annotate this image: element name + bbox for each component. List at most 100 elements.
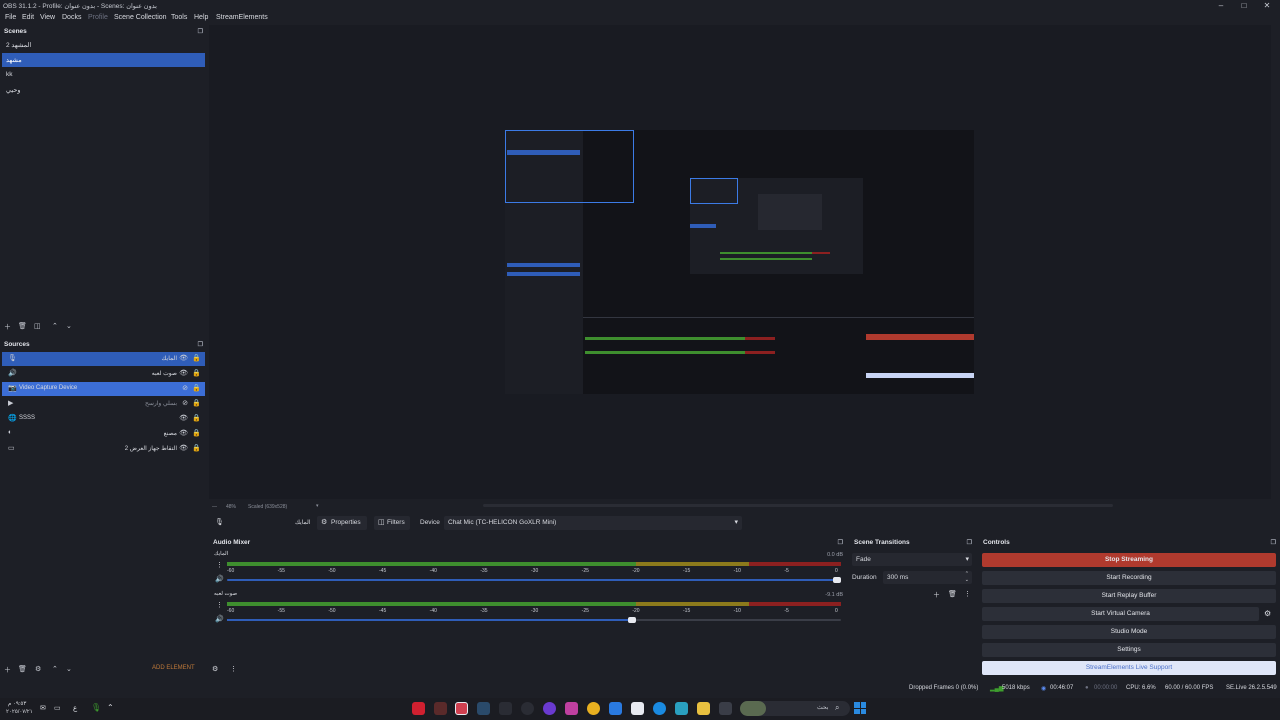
source-item[interactable]: 🎙 المايك 👁 🔒 — [2, 352, 205, 366]
steam-icon[interactable] — [477, 702, 490, 715]
filters-button[interactable]: ◫ Filters — [374, 516, 410, 530]
eye-icon[interactable]: 👁 — [179, 429, 188, 437]
lock-icon[interactable]: 🔒 — [192, 414, 201, 422]
source-item[interactable]: 📷 Video Capture Device ⊘ 🔒 — [2, 382, 205, 396]
volume-slider[interactable] — [227, 617, 841, 623]
eye-off-icon[interactable]: ⊘ — [182, 384, 188, 392]
scene-item-selected[interactable]: مشهد — [2, 53, 205, 67]
app-icon[interactable] — [521, 702, 534, 715]
source-item[interactable]: ▶ بسلي وارسح ⊘ 🔒 — [2, 397, 205, 411]
file-explorer-icon[interactable] — [697, 702, 710, 715]
app-icon[interactable] — [499, 702, 512, 715]
app-icon[interactable] — [631, 702, 644, 715]
menu-view[interactable]: View — [40, 14, 55, 21]
source-item[interactable]: 🔊 صوت لعبه 👁 🔒 — [2, 367, 205, 381]
menu-tools[interactable]: Tools — [171, 14, 187, 21]
chevron-up-icon[interactable]: ⌃ — [52, 665, 58, 673]
chevron-up-icon[interactable]: ⌃ — [52, 322, 58, 330]
dock-float-icon[interactable]: ❐ — [1271, 539, 1276, 546]
gear-icon[interactable]: ⚙ — [35, 665, 41, 673]
eye-icon[interactable]: 👁 — [179, 444, 188, 452]
add-element-button[interactable]: ADD ELEMENT — [152, 665, 195, 671]
dock-float-icon[interactable]: ❐ — [838, 539, 843, 546]
lock-icon[interactable]: 🔒 — [192, 369, 201, 377]
live-support-button[interactable]: StreamElements Live Support — [982, 661, 1276, 675]
eye-icon[interactable]: 👁 — [179, 369, 188, 377]
app-icon[interactable] — [434, 702, 447, 715]
device-select[interactable]: Chat Mic (TC-HELICON GoXLR Mini) ▾ — [444, 516, 742, 530]
eye-icon[interactable]: 👁 — [179, 414, 188, 422]
start-replay-buffer-button[interactable]: Start Replay Buffer — [982, 589, 1276, 603]
start-recording-button[interactable]: Start Recording — [982, 571, 1276, 585]
speaker-icon[interactable]: 🔊 — [215, 575, 224, 583]
settings-button[interactable]: Settings — [982, 643, 1276, 657]
horizontal-scrollbar[interactable] — [483, 504, 1113, 507]
menu-file[interactable]: File — [5, 14, 16, 21]
app-icon[interactable] — [719, 702, 732, 715]
lock-icon[interactable]: 🔒 — [192, 384, 201, 392]
lock-icon[interactable]: 🔒 — [192, 444, 201, 452]
dock-float-icon[interactable]: ❐ — [198, 341, 203, 348]
kebab-menu-icon[interactable]: ⋮ — [964, 590, 971, 598]
add-icon[interactable]: ＋ — [4, 665, 11, 675]
mic-icon[interactable]: 🎙 — [91, 703, 101, 712]
source-item[interactable]: 🌐 SSSS 👁 🔒 — [2, 412, 205, 426]
dock-float-icon[interactable]: ❐ — [967, 539, 972, 546]
obs-icon[interactable] — [455, 702, 468, 715]
menu-docks[interactable]: Docks — [62, 14, 81, 21]
trash-icon[interactable]: 🗑 — [18, 322, 27, 330]
app-icon[interactable] — [609, 702, 622, 715]
edge-icon[interactable] — [653, 702, 666, 715]
app-icon[interactable] — [543, 702, 556, 715]
advanced-audio-icon[interactable]: ⚙ — [212, 665, 218, 673]
scene-item[interactable]: المشهد 2 — [2, 38, 205, 52]
studio-mode-button[interactable]: Studio Mode — [982, 625, 1276, 639]
minimize-button[interactable]: – — [1210, 0, 1232, 12]
close-button[interactable]: ✕ — [1256, 0, 1278, 12]
start-virtual-camera-button[interactable]: Start Virtual Camera — [982, 607, 1259, 621]
chevron-down-icon[interactable]: ⌄ — [66, 665, 72, 673]
clock-time[interactable]: ٠٩:٥٣ م — [8, 701, 26, 707]
app-icon[interactable] — [565, 702, 578, 715]
trash-icon[interactable]: 🗑 — [948, 590, 957, 598]
duration-input[interactable]: 300 ms ⌃ ⌄ — [883, 571, 972, 584]
add-icon[interactable]: ＋ — [933, 590, 940, 600]
source-item[interactable]: ◐ مصنع 👁 🔒 — [2, 427, 205, 441]
kebab-menu-icon[interactable]: ⋮ — [230, 665, 237, 673]
scene-item[interactable]: kk — [2, 68, 205, 82]
search-box[interactable]: بحث ⌕ — [740, 701, 850, 716]
stop-streaming-button[interactable]: Stop Streaming — [982, 553, 1276, 567]
add-icon[interactable]: ＋ — [4, 322, 11, 332]
eye-off-icon[interactable]: ⊘ — [182, 399, 188, 407]
kebab-menu-icon[interactable]: ⋮ — [216, 561, 223, 569]
kebab-menu-icon[interactable]: ⋮ — [216, 601, 223, 609]
gear-icon[interactable]: ⚙ — [1264, 609, 1271, 618]
trash-icon[interactable]: 🗑 — [18, 665, 27, 673]
notification-icon[interactable]: ✉ — [40, 704, 46, 712]
lock-icon[interactable]: 🔒 — [192, 429, 201, 437]
dropdown-icon[interactable]: ▾ — [316, 503, 319, 509]
menu-streamelements[interactable]: StreamElements — [216, 14, 268, 21]
windows-start-icon[interactable] — [854, 702, 866, 714]
opera-icon[interactable] — [412, 702, 425, 715]
volume-slider[interactable] — [227, 577, 841, 583]
speaker-icon[interactable]: 🔊 — [215, 615, 224, 623]
zoom-value[interactable]: 48% — [226, 504, 236, 510]
source-item[interactable]: ▭ التقاط جهاز العرض 2 👁 🔒 — [2, 442, 205, 456]
app-icon[interactable] — [675, 702, 688, 715]
volume-handle[interactable] — [628, 617, 636, 623]
eye-icon[interactable]: 👁 — [179, 354, 188, 362]
stepper-icon[interactable]: ⌃ ⌄ — [965, 571, 969, 583]
menu-help[interactable]: Help — [194, 14, 208, 21]
lock-icon[interactable]: 🔒 — [192, 399, 201, 407]
volume-handle[interactable] — [833, 577, 841, 583]
menu-profile[interactable]: Profile — [88, 14, 108, 21]
menu-edit[interactable]: Edit — [22, 14, 34, 21]
maximize-button[interactable]: □ — [1233, 0, 1255, 12]
chrome-icon[interactable] — [587, 702, 600, 715]
transition-select[interactable]: Fade ▾ — [852, 553, 972, 566]
chevron-down-icon[interactable]: ⌄ — [66, 322, 72, 330]
dock-float-icon[interactable]: ❐ — [198, 28, 203, 35]
properties-button[interactable]: ⚙ Properties — [317, 516, 367, 530]
menu-scene-collection[interactable]: Scene Collection — [114, 14, 167, 21]
